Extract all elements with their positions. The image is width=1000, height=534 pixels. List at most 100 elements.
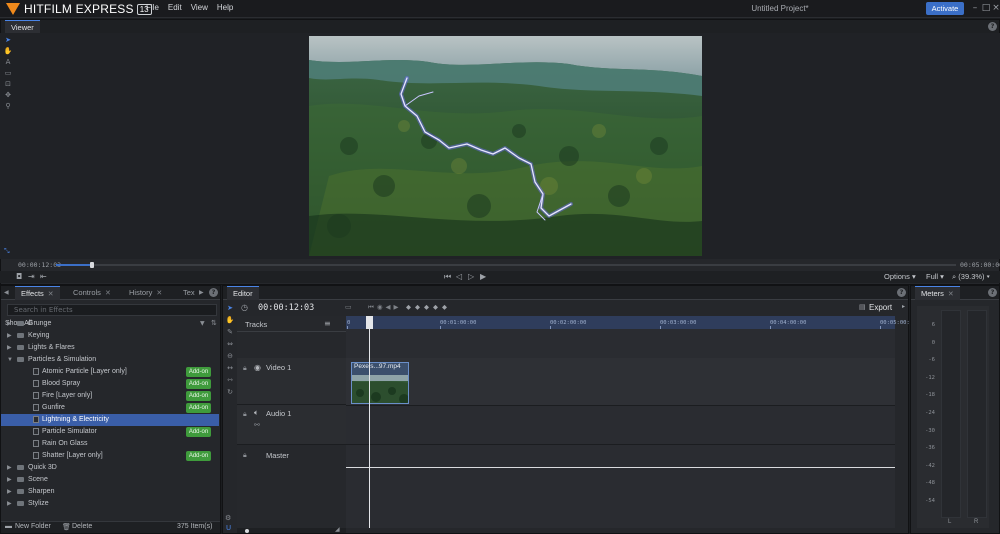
export-chevron-icon[interactable]: ▸ [902, 303, 905, 310]
delete-button[interactable]: Delete [72, 523, 92, 530]
snap-icon[interactable]: ⤡ [4, 247, 10, 256]
close-icon[interactable]: × [991, 2, 1000, 14]
text-tool-icon[interactable]: A [6, 58, 11, 66]
next-frame-icon[interactable]: ▷ [468, 271, 474, 283]
new-folder-icon[interactable]: ▬ [5, 523, 12, 530]
effect-item[interactable]: Atomic Particle [Layer only] Add-on [1, 366, 219, 378]
effects-folder[interactable]: ▶ Lights & Flares [1, 342, 219, 354]
chevron-right-icon[interactable]: ▶ [7, 462, 12, 474]
effects-help-icon[interactable]: ? [209, 288, 218, 297]
editor-transport-icons[interactable]: ⏮◉◀▶ [368, 303, 402, 312]
add-on-badge[interactable]: Add-on [186, 379, 211, 389]
audio-track-lane[interactable] [346, 405, 895, 445]
tab-viewer[interactable]: Viewer [5, 20, 40, 34]
effects-folder[interactable]: ▶ Quick 3D [1, 462, 219, 474]
activate-button[interactable]: Activate [926, 2, 964, 15]
effect-item[interactable]: Lightning & Electricity [1, 414, 219, 426]
snapshot-icon[interactable]: ◘ [16, 271, 22, 283]
new-timeline-icon[interactable]: ▭ [345, 303, 352, 311]
editor-hand-tool-icon[interactable]: ✋ [226, 316, 235, 324]
meters-help-icon[interactable]: ? [988, 288, 997, 297]
options-dropdown[interactable]: Options ▾ [884, 272, 916, 281]
add-on-badge[interactable]: Add-on [186, 451, 211, 461]
effects-folder[interactable]: ▶ Scene [1, 474, 219, 486]
viewer-scrub-handle[interactable] [90, 262, 94, 268]
add-on-badge[interactable]: Add-on [186, 403, 211, 413]
timeline-playhead[interactable] [369, 318, 370, 528]
trash-icon[interactable]: 🗑 [62, 523, 71, 531]
effect-item[interactable]: Shatter [Layer only] Add-on [1, 450, 219, 462]
skip-start-icon[interactable]: ⏮ [444, 271, 451, 283]
editor-timecode[interactable]: 00:00:12:03 [258, 303, 314, 313]
in-point-icon[interactable]: ⇥ [28, 271, 35, 283]
tab-editor[interactable]: Editor [227, 286, 259, 300]
rate-stretch-tool-icon[interactable]: ↻ [227, 388, 233, 396]
audio-link-icon[interactable]: ⚯ [254, 421, 260, 429]
add-on-badge[interactable]: Add-on [186, 367, 211, 377]
effects-search-input[interactable]: Search in Effects [7, 304, 217, 316]
hand-tool-icon[interactable]: ✋ [4, 47, 13, 55]
resize-grip-icon[interactable]: ◢ [335, 526, 340, 533]
chevron-right-icon[interactable]: ▶ [7, 342, 12, 354]
video-track-name[interactable]: Video 1 [266, 363, 291, 372]
chevron-right-icon[interactable]: ▶ [7, 486, 12, 498]
tab-meters[interactable]: Meters ✕ [915, 286, 960, 300]
menu-help[interactable]: Help [217, 3, 233, 12]
effect-item[interactable]: Particle Simulator Add-on [1, 426, 219, 438]
editor-select-tool-icon[interactable]: ➤ [227, 304, 233, 312]
viewer-scrub-track[interactable] [56, 264, 956, 266]
speaker-icon[interactable]: 🔈︎ [254, 408, 259, 418]
export-button[interactable]: Export [869, 303, 892, 312]
audio-track-lock-icon[interactable]: 🔒︎ [243, 410, 247, 419]
razor-tool-icon[interactable]: ✎ [227, 328, 233, 336]
chevron-down-icon[interactable]: ▼ [7, 354, 13, 366]
effects-folder[interactable]: ▶ Sharpen [1, 486, 219, 498]
video-visibility-eye-icon[interactable]: ◉ [254, 363, 261, 372]
viewer-help-icon[interactable]: ? [988, 22, 997, 31]
video-clip[interactable]: Pexels...97.mp4 [351, 362, 409, 404]
chevron-right-icon[interactable]: ▶ [7, 318, 12, 330]
ripple-tool-icon[interactable]: ↔ [227, 364, 233, 372]
play-icon[interactable]: ▶ [480, 271, 486, 283]
tracks-menu-icon[interactable]: ≡ [324, 319, 331, 328]
effects-folder[interactable]: ▼ Particles & Simulation [1, 354, 219, 366]
minimize-icon[interactable]: – [970, 2, 980, 14]
tab-effects[interactable]: Effects ✕ [15, 286, 60, 300]
magnet-snap-icon[interactable]: U [226, 524, 231, 532]
slide-tool-icon[interactable]: ⊖ [227, 352, 233, 360]
chevron-right-icon[interactable]: ▶ [7, 330, 12, 342]
chevron-right-icon[interactable]: ▶ [7, 498, 12, 510]
quality-dropdown[interactable]: Full ▾ [926, 272, 944, 281]
editor-help-icon[interactable]: ? [897, 288, 906, 297]
tab-controls-close-icon[interactable]: ✕ [105, 290, 111, 297]
tab-controls[interactable]: Controls ✕ [67, 286, 117, 300]
pin-tool-icon[interactable]: ⚲ [5, 102, 10, 110]
zoom-slider-handle[interactable] [245, 529, 249, 533]
slip-tool-icon[interactable]: ⇔ [227, 340, 233, 348]
tab-history[interactable]: History ✕ [123, 286, 168, 300]
effects-folder[interactable]: ▶ Stylize [1, 498, 219, 510]
prev-frame-icon[interactable]: ◁ [456, 271, 462, 283]
tab-history-close-icon[interactable]: ✕ [156, 290, 162, 297]
add-on-badge[interactable]: Add-on [186, 391, 211, 401]
effect-item[interactable]: Gunfire Add-on [1, 402, 219, 414]
video-track-lane[interactable] [346, 358, 895, 405]
maximize-icon[interactable]: □ [981, 2, 991, 14]
timeline-settings-icon[interactable]: ⚙ [225, 514, 231, 522]
effect-item[interactable]: Fire [Layer only] Add-on [1, 390, 219, 402]
tab-meters-close-icon[interactable]: ✕ [948, 291, 954, 298]
select-tool-icon[interactable]: ➤ [5, 36, 11, 44]
menu-view[interactable]: View [191, 3, 208, 12]
timeline-ruler[interactable] [346, 316, 895, 329]
new-folder-button[interactable]: New Folder [15, 523, 51, 530]
out-point-icon[interactable]: ⇤ [40, 271, 47, 283]
effect-item[interactable]: Blood Spray Add-on [1, 378, 219, 390]
roll-tool-icon[interactable]: ⇿ [227, 376, 233, 384]
playhead-handle[interactable] [366, 316, 373, 329]
master-lock-icon[interactable]: 🔒︎ [243, 451, 247, 460]
move-tool-icon[interactable]: ✥ [5, 91, 11, 99]
effects-folder[interactable]: ▶ Keying [1, 330, 219, 342]
audio-track-name[interactable]: Audio 1 [266, 409, 291, 418]
crop-tool-icon[interactable]: ▭ [5, 69, 12, 77]
effects-folder[interactable]: ▶ Grunge [1, 318, 219, 330]
